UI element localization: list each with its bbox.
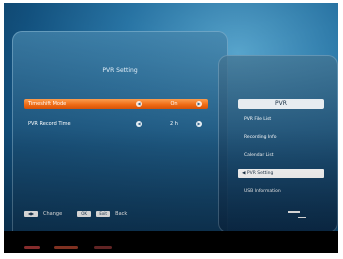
side-item-label: PVR Setting	[246, 171, 274, 176]
scroll-indicator-small	[298, 217, 306, 218]
selection-cursor-icon: ◀	[242, 171, 246, 176]
help-change-text: Change	[43, 211, 63, 217]
right-arrow-icon[interactable]: ▶	[196, 121, 202, 127]
arrow-keys-icon: ◀▶	[24, 211, 38, 217]
setting-value: 2 h	[170, 121, 178, 127]
tv-screen: PVR Setting Timeshift Mode ◀ On ▶ PVR Re…	[4, 3, 338, 253]
decor-glow	[94, 246, 112, 249]
side-item-file-list[interactable]: PVR File List	[244, 115, 271, 124]
left-arrow-icon[interactable]: ◀	[136, 121, 142, 127]
exit-key-icon: Exit	[96, 211, 111, 217]
panel-title: PVR Setting	[102, 67, 138, 74]
side-item-usb-information[interactable]: USB Information	[244, 187, 281, 196]
bottom-bar	[4, 231, 338, 253]
setting-row-record-time[interactable]: PVR Record Time ◀ 2 h ▶	[24, 119, 208, 129]
setting-row-timeshift[interactable]: Timeshift Mode ◀ On ▶	[24, 99, 208, 109]
help-bar: ◀▶ Change OK Exit Back	[24, 209, 127, 219]
setting-value: On	[170, 101, 178, 107]
decor-glow	[24, 246, 40, 249]
pvr-setting-panel: PVR Setting Timeshift Mode ◀ On ▶ PVR Re…	[12, 31, 228, 241]
help-back-text: Back	[115, 211, 128, 217]
side-menu-header: PVR	[238, 99, 324, 109]
side-item-calendar-list[interactable]: Calendar List	[244, 151, 274, 160]
ok-key-icon: OK	[77, 211, 92, 217]
setting-label: Timeshift Mode	[28, 101, 67, 107]
right-arrow-icon[interactable]: ▶	[196, 101, 202, 107]
left-arrow-icon[interactable]: ◀	[136, 101, 142, 107]
setting-label: PVR Record Time	[28, 121, 71, 127]
side-item-recording-info[interactable]: Recording Info	[244, 133, 276, 142]
pvr-side-menu: PVR PVR File List Recording Info Calenda…	[218, 55, 338, 233]
decor-glow	[54, 246, 78, 249]
scroll-indicator	[288, 211, 300, 213]
side-item-pvr-setting[interactable]: ◀ PVR Setting	[238, 169, 324, 178]
